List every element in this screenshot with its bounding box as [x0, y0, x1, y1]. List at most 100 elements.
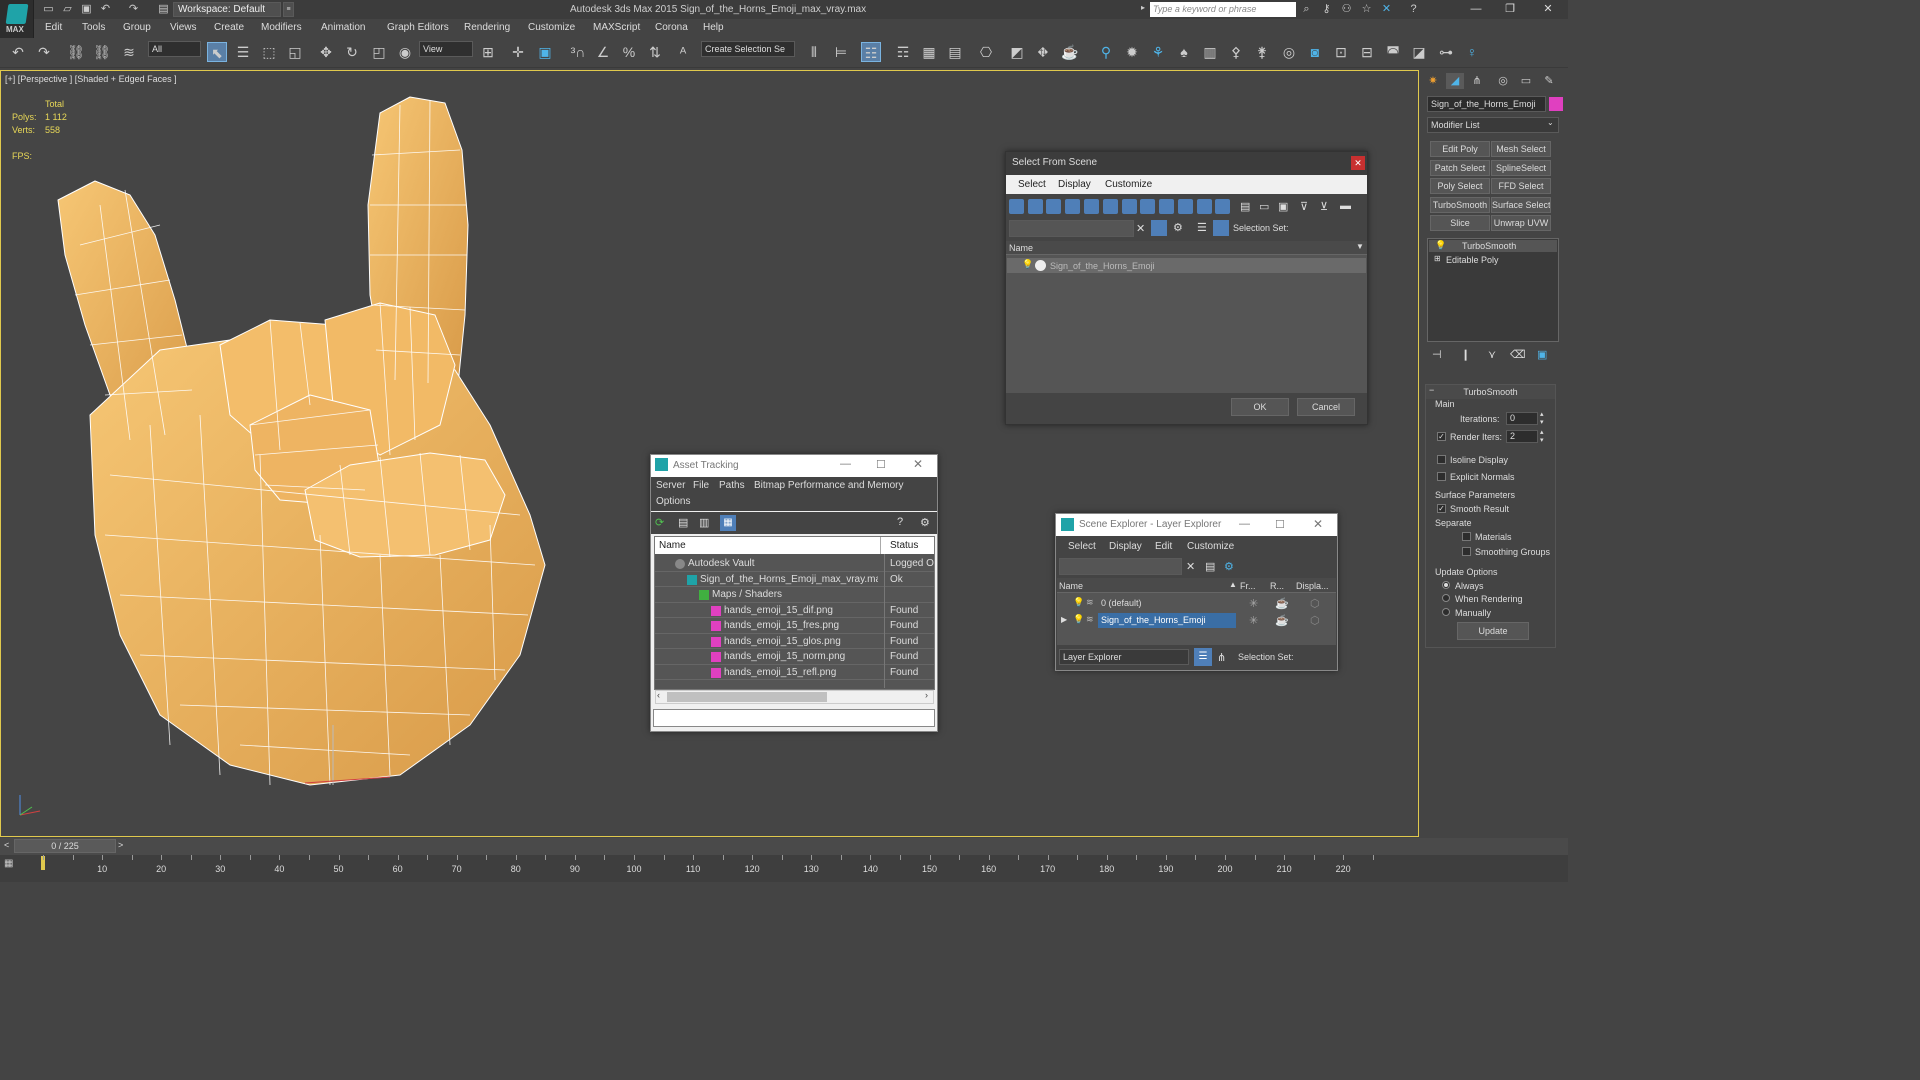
at-minimize-button[interactable]: — [840, 458, 851, 470]
modifier-stack[interactable] [1427, 238, 1559, 342]
named-selection-dropdown[interactable]: Create Selection Se [701, 41, 795, 57]
remove-modifier-icon[interactable]: ⌫ [1510, 348, 1526, 361]
sun-icon[interactable]: ✹ [1122, 42, 1142, 62]
at-path-field[interactable] [653, 709, 935, 727]
vray-icon-6[interactable]: ◎ [1279, 42, 1299, 62]
curve-editor-icon[interactable]: ▤ [945, 42, 965, 62]
angle-snap-icon[interactable]: ∠ [593, 42, 613, 62]
open-mini-curve-editor-icon[interactable]: ▦ [4, 858, 26, 872]
at-maximize-button[interactable]: ☐ [876, 458, 886, 471]
toggle-scene-explorer-icon[interactable]: ☷ [861, 42, 881, 62]
sfs-filter-icon-10[interactable] [1178, 199, 1193, 214]
sfs-filter-icon-4[interactable] [1065, 199, 1080, 214]
modifier-button-turbosmooth[interactable]: TurboSmooth [1430, 196, 1490, 213]
menu-customize[interactable]: Customize [528, 22, 575, 33]
sfs-display-icon-6[interactable]: ▬ [1340, 200, 1351, 212]
at-col-status[interactable]: Status [890, 540, 918, 551]
le-close-button[interactable]: ✕ [1313, 517, 1323, 531]
layer-freeze-icon[interactable]: ✳ [1249, 597, 1258, 610]
modifier-button-mesh-select[interactable]: Mesh Select [1491, 141, 1551, 157]
render-setup-icon[interactable]: ⛖ [1033, 42, 1053, 62]
le-menu-edit[interactable]: Edit [1155, 541, 1172, 552]
le-sort-icon[interactable]: ▲ [1229, 580, 1237, 589]
le-minimize-button[interactable]: — [1239, 518, 1250, 530]
sfs-clear-icon[interactable]: ✕ [1136, 222, 1145, 235]
expand-plus-icon[interactable]: ⊞ [1434, 254, 1441, 263]
menu-group[interactable]: Group [123, 22, 151, 33]
modifier-button-unwrap-uvw[interactable]: Unwrap UVW [1491, 215, 1551, 231]
bulb-icon[interactable]: 💡 [1435, 240, 1446, 251]
at-menu-file[interactable]: File [693, 480, 709, 491]
le-new-layer-icon[interactable]: ▤ [1205, 560, 1215, 573]
sfs-menu-display[interactable]: Display [1058, 179, 1091, 190]
vray-icon-3[interactable]: ▥ [1200, 42, 1220, 62]
render-iters-spinner[interactable]: ▴ ▾ [1540, 428, 1544, 444]
layer-render-icon[interactable]: ☕ [1275, 597, 1289, 610]
sfs-sort-icon[interactable]: ▼ [1356, 242, 1364, 251]
sfs-ok-button[interactable]: OK [1231, 398, 1289, 416]
menu-animation[interactable]: Animation [321, 22, 365, 33]
le-clear-icon[interactable]: ✕ [1186, 560, 1195, 573]
hand-model[interactable] [50, 95, 550, 790]
minimize-button[interactable]: — [1462, 1, 1490, 18]
materials-checkbox[interactable] [1462, 532, 1471, 541]
percent-snap-icon[interactable]: % [619, 42, 639, 62]
window-crossing-icon[interactable]: ◱ [285, 42, 305, 62]
le-layer-mode-icon[interactable]: ☰ [1194, 648, 1212, 666]
layer-render-icon[interactable]: ☕ [1275, 614, 1289, 627]
hierarchy-tab-icon[interactable]: ⋔ [1468, 73, 1486, 89]
at-help-icon[interactable]: ? [897, 516, 903, 528]
layer-name[interactable]: Sign_of_the_Horns_Emoji [1098, 613, 1236, 628]
save-file-icon[interactable]: ▣ [80, 3, 93, 16]
redo-icon[interactable]: ↷ [34, 42, 54, 62]
menu-tools[interactable]: Tools [82, 22, 105, 33]
menu-corona[interactable]: Corona [655, 22, 688, 33]
redo-quick-icon[interactable]: ↷ [127, 3, 140, 16]
search-input[interactable]: Type a keyword or phrase [1150, 2, 1296, 17]
sfs-sync-icon[interactable]: ⚙ [1173, 221, 1183, 234]
sfs-display-icon-3[interactable]: ▣ [1278, 200, 1288, 213]
layer-expand-icon[interactable]: ▶ [1061, 615, 1067, 624]
select-manipulate-icon[interactable]: ✛ [508, 42, 528, 62]
le-col-name[interactable]: Name [1059, 581, 1083, 591]
graphite-ribbon-icon[interactable]: ▦ [919, 42, 939, 62]
at-scroll-left-icon[interactable]: ‹ [657, 690, 660, 700]
vray-icon-5[interactable]: ⚵ [1252, 42, 1272, 62]
rollout-title[interactable]: TurboSmooth [1426, 385, 1555, 399]
move-icon[interactable]: ✥ [316, 42, 336, 62]
scale-icon[interactable]: ◰ [369, 42, 389, 62]
le-col-render[interactable]: R... [1270, 581, 1284, 591]
vray-icon-10[interactable]: ◚ [1383, 42, 1403, 62]
sfs-filter-icon-3[interactable] [1046, 199, 1061, 214]
spinner-snap-icon[interactable]: ⇅ [645, 42, 665, 62]
people-icon[interactable]: ⚇ [1340, 3, 1353, 16]
at-menu-paths[interactable]: Paths [719, 480, 745, 491]
app-menu-button[interactable]: MAX [0, 0, 34, 38]
layer-name[interactable]: 0 (default) [1098, 596, 1145, 611]
material-editor-icon[interactable]: ◩ [1007, 42, 1027, 62]
modifier-button-ffd-select[interactable]: FFD Select [1491, 178, 1551, 194]
vray-icon-2[interactable]: ♠ [1174, 42, 1194, 62]
keyboard-shortcut-override-icon[interactable]: ▣ [535, 42, 555, 62]
sfs-filter-icon-12[interactable] [1215, 199, 1230, 214]
sfs-display-icon-2[interactable]: ▭ [1259, 200, 1269, 213]
sfs-filter-icon-11[interactable] [1197, 199, 1212, 214]
undo-quick-icon[interactable]: ↶ [99, 3, 112, 16]
explicit-normals-checkbox[interactable] [1437, 472, 1446, 481]
select-by-name-icon[interactable]: ☰ [233, 42, 253, 62]
sfs-filter-icon-9[interactable] [1159, 199, 1174, 214]
collapse-minus-icon[interactable]: − [1429, 385, 1434, 395]
project-folder-icon[interactable]: ▤ [157, 3, 170, 16]
time-next-icon[interactable]: > [118, 840, 123, 850]
le-add-to-layer-icon[interactable]: ⚙ [1224, 560, 1234, 573]
selection-filter-dropdown[interactable]: All [148, 41, 201, 57]
motion-tab-icon[interactable]: ◎ [1494, 73, 1512, 89]
key-icon[interactable]: ⚷ [1320, 3, 1333, 16]
light-lister-icon[interactable]: ⚲ [1096, 42, 1116, 62]
at-menu-bitmap-performance[interactable]: Bitmap Performance and Memory [754, 480, 904, 491]
workspace-menu-icon[interactable]: ≡ [283, 2, 294, 17]
layer-visibility-icon[interactable]: 💡 [1073, 614, 1084, 625]
menu-modifiers[interactable]: Modifiers [261, 22, 302, 33]
modifier-button-surface-select[interactable]: Surface Select [1491, 196, 1551, 213]
edit-named-selection-icon[interactable]: ᴬ [673, 42, 693, 62]
